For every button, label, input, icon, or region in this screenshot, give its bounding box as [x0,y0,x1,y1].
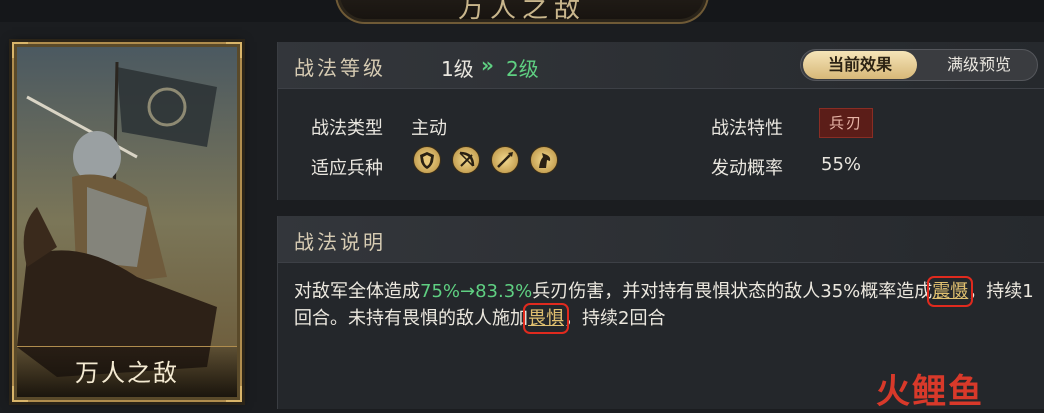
level-next: 2级 [506,57,539,81]
bow-icon [452,146,480,174]
watermark-logo: 火鲤鱼 [876,372,984,412]
desc-part: 兵刃伤害，并对持有畏惧状态的敌人35%概率造成 [532,281,933,302]
desc-part: 对敌军全体造成 [294,281,420,302]
skill-title-plaque: 万人之敌 [335,0,709,24]
max-level-preview-tab[interactable]: 满级预览 [925,50,1033,80]
level-arrow-icon: » [481,53,494,77]
skill-trait-badge: 兵刃 [819,108,873,138]
skill-type-value: 主动 [411,118,447,139]
shield-icon [413,146,441,174]
skill-card: 万人之敌 [12,42,242,402]
level-title: 战法等级 [294,56,386,80]
keyword-shock[interactable]: 震慑 [927,276,974,307]
skill-type-label: 战法类型 [311,118,383,139]
trigger-rate-value: 55% [821,154,862,175]
damage-value: 75%→83.3% [420,281,533,302]
skill-level-panel: 战法等级 1级 » 2级 当前效果 满级预览 战法类型 主动 战法特性 兵刃 适… [277,42,1044,200]
card-corner [12,42,28,58]
description-title: 战法说明 [294,230,386,254]
current-effect-tab[interactable]: 当前效果 [803,51,917,79]
trigger-rate-label: 发动概率 [711,158,783,179]
spear-icon [491,146,519,174]
desc-part: ，持续2回合 [564,308,666,329]
general-portrait [17,47,237,397]
skill-trait-label: 战法特性 [711,118,783,139]
keyword-fear[interactable]: 畏惧 [523,303,569,334]
horse-icon [530,146,558,174]
level-header: 战法等级 1级 » 2级 当前效果 满级预览 [278,42,1044,89]
skill-card-name: 万人之敌 [17,346,237,397]
troop-type-label: 适应兵种 [311,158,383,179]
card-corner [226,42,242,58]
level-current: 1级 [441,57,474,81]
effect-toggle: 当前效果 满级预览 [800,49,1038,81]
skill-description-text: 对敌军全体造成75%→83.3%兵刃伤害，并对持有畏惧状态的敌人35%概率造成震… [294,276,1034,334]
description-header: 战法说明 [278,216,1044,263]
